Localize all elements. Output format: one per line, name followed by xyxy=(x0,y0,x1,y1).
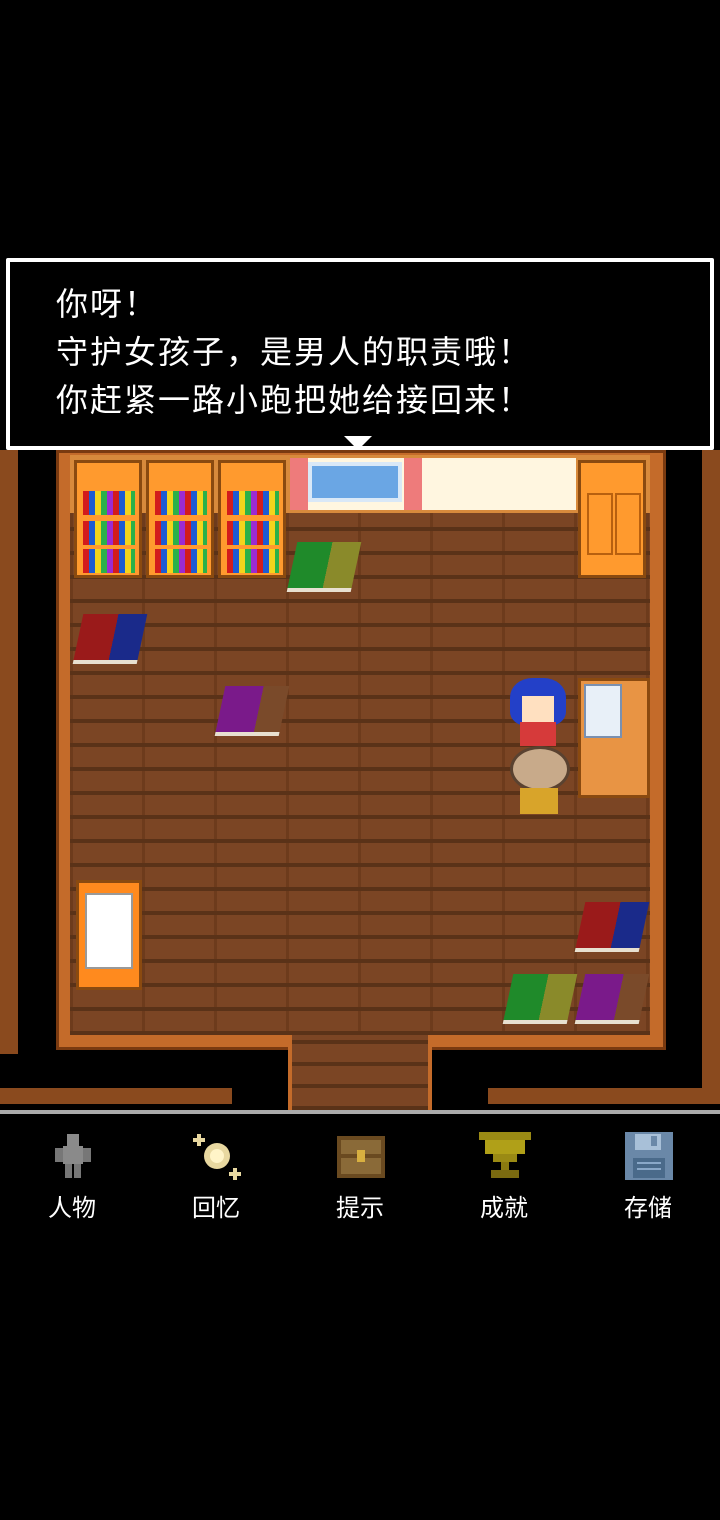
person-icon xyxy=(55,1134,91,1178)
dialog-line-1: 你呀！ xyxy=(56,285,159,323)
paper-stack xyxy=(584,684,622,738)
outer-wall-bottom-right xyxy=(488,1088,720,1104)
game-scene[interactable] xyxy=(0,0,720,1110)
dialog-continue-arrow-icon[interactable] xyxy=(344,436,372,450)
menu-label: 存储 xyxy=(624,1194,672,1222)
book-purple[interactable] xyxy=(574,974,650,1024)
menu-item-characters[interactable]: 人物 xyxy=(17,1130,127,1230)
bookshelf[interactable] xyxy=(218,460,286,578)
dialog-box[interactable]: 你呀！ 守护女孩子，是男人的职责哦！ 你赶紧一路小跑把她给接回来！ xyxy=(6,258,714,450)
menu-label: 成就 xyxy=(480,1194,528,1222)
bookshelf[interactable] xyxy=(146,460,214,578)
book-green[interactable] xyxy=(286,542,362,592)
treasure-chest-icon xyxy=(337,1136,385,1178)
menu-item-hints[interactable]: 提示 xyxy=(305,1130,415,1230)
book-red[interactable] xyxy=(574,902,650,952)
book-purple[interactable] xyxy=(214,686,290,736)
book-green[interactable] xyxy=(502,974,578,1024)
book-red[interactable] xyxy=(72,614,148,664)
bed[interactable] xyxy=(76,880,142,990)
floppy-disk-icon xyxy=(625,1132,673,1180)
window xyxy=(290,458,576,510)
trophy-icon xyxy=(479,1132,531,1178)
bookshelf[interactable] xyxy=(74,460,142,578)
doorway-exit[interactable] xyxy=(288,1035,432,1110)
outer-wall-left xyxy=(0,450,18,1054)
bottom-menu: 人物 回忆 提示 成就 存储 xyxy=(0,1114,720,1520)
dialog-line-3: 你赶紧一路小跑把她给接回来！ xyxy=(56,381,533,419)
menu-label: 提示 xyxy=(336,1194,384,1222)
dialog-line-2: 守护女孩子，是男人的职责哦！ xyxy=(56,333,533,371)
wardrobe[interactable] xyxy=(578,460,646,578)
menu-item-memories[interactable]: 回忆 xyxy=(161,1130,271,1230)
menu-label: 人物 xyxy=(48,1194,96,1222)
menu-item-achievements[interactable]: 成就 xyxy=(449,1130,559,1230)
menu-item-save[interactable]: 存储 xyxy=(593,1130,703,1230)
sparkle-orb-icon xyxy=(193,1134,241,1180)
menu-label: 回忆 xyxy=(192,1194,240,1222)
curtain-left xyxy=(290,458,308,510)
outer-wall-right xyxy=(702,450,720,1100)
outer-wall-bottom-left xyxy=(0,1088,232,1104)
curtain-right xyxy=(404,458,422,510)
window-pane xyxy=(308,462,402,502)
